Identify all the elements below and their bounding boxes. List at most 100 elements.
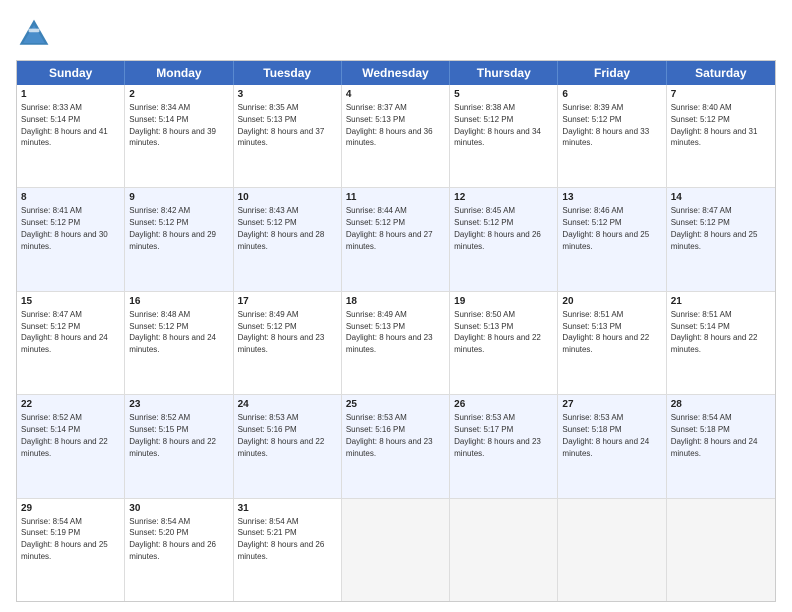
- day-number: 11: [346, 191, 445, 204]
- cell-info: Sunrise: 8:51 AMSunset: 5:13 PMDaylight:…: [562, 310, 649, 354]
- day-header-friday: Friday: [558, 61, 666, 85]
- day-cell-28: 28 Sunrise: 8:54 AMSunset: 5:18 PMDayligh…: [667, 395, 775, 497]
- day-cell-16: 16 Sunrise: 8:48 AMSunset: 5:12 PMDayligh…: [125, 292, 233, 394]
- day-cell-2: 2 Sunrise: 8:34 AMSunset: 5:14 PMDaylight…: [125, 85, 233, 187]
- day-number: 7: [671, 88, 771, 101]
- day-number: 5: [454, 88, 553, 101]
- day-number: 17: [238, 295, 337, 308]
- day-cell-23: 23 Sunrise: 8:52 AMSunset: 5:15 PMDayligh…: [125, 395, 233, 497]
- cell-info: Sunrise: 8:51 AMSunset: 5:14 PMDaylight:…: [671, 310, 758, 354]
- cell-info: Sunrise: 8:40 AMSunset: 5:12 PMDaylight:…: [671, 103, 758, 147]
- day-number: 23: [129, 398, 228, 411]
- day-header-saturday: Saturday: [667, 61, 775, 85]
- day-number: 18: [346, 295, 445, 308]
- empty-cell: [342, 499, 450, 601]
- empty-cell: [667, 499, 775, 601]
- cell-info: Sunrise: 8:38 AMSunset: 5:12 PMDaylight:…: [454, 103, 541, 147]
- day-number: 3: [238, 88, 337, 101]
- day-number: 25: [346, 398, 445, 411]
- day-cell-18: 18 Sunrise: 8:49 AMSunset: 5:13 PMDayligh…: [342, 292, 450, 394]
- cell-info: Sunrise: 8:54 AMSunset: 5:20 PMDaylight:…: [129, 517, 216, 561]
- day-header-sunday: Sunday: [17, 61, 125, 85]
- cell-info: Sunrise: 8:43 AMSunset: 5:12 PMDaylight:…: [238, 206, 325, 250]
- day-number: 16: [129, 295, 228, 308]
- day-cell-25: 25 Sunrise: 8:53 AMSunset: 5:16 PMDayligh…: [342, 395, 450, 497]
- day-number: 9: [129, 191, 228, 204]
- calendar-header: SundayMondayTuesdayWednesdayThursdayFrid…: [17, 61, 775, 85]
- day-cell-29: 29 Sunrise: 8:54 AMSunset: 5:19 PMDayligh…: [17, 499, 125, 601]
- day-cell-27: 27 Sunrise: 8:53 AMSunset: 5:18 PMDayligh…: [558, 395, 666, 497]
- cell-info: Sunrise: 8:39 AMSunset: 5:12 PMDaylight:…: [562, 103, 649, 147]
- cell-info: Sunrise: 8:45 AMSunset: 5:12 PMDaylight:…: [454, 206, 541, 250]
- cell-info: Sunrise: 8:47 AMSunset: 5:12 PMDaylight:…: [21, 310, 108, 354]
- cell-info: Sunrise: 8:53 AMSunset: 5:16 PMDaylight:…: [346, 413, 433, 457]
- day-number: 1: [21, 88, 120, 101]
- day-cell-17: 17 Sunrise: 8:49 AMSunset: 5:12 PMDayligh…: [234, 292, 342, 394]
- calendar-body: 1 Sunrise: 8:33 AMSunset: 5:14 PMDaylight…: [17, 85, 775, 601]
- day-cell-5: 5 Sunrise: 8:38 AMSunset: 5:12 PMDaylight…: [450, 85, 558, 187]
- day-header-tuesday: Tuesday: [234, 61, 342, 85]
- empty-cell: [558, 499, 666, 601]
- day-cell-12: 12 Sunrise: 8:45 AMSunset: 5:12 PMDayligh…: [450, 188, 558, 290]
- cell-info: Sunrise: 8:33 AMSunset: 5:14 PMDaylight:…: [21, 103, 108, 147]
- cell-info: Sunrise: 8:49 AMSunset: 5:13 PMDaylight:…: [346, 310, 433, 354]
- cell-info: Sunrise: 8:41 AMSunset: 5:12 PMDaylight:…: [21, 206, 108, 250]
- calendar-row-3: 15 Sunrise: 8:47 AMSunset: 5:12 PMDayligh…: [17, 292, 775, 395]
- day-cell-21: 21 Sunrise: 8:51 AMSunset: 5:14 PMDayligh…: [667, 292, 775, 394]
- day-number: 31: [238, 502, 337, 515]
- cell-info: Sunrise: 8:46 AMSunset: 5:12 PMDaylight:…: [562, 206, 649, 250]
- day-number: 26: [454, 398, 553, 411]
- day-number: 19: [454, 295, 553, 308]
- cell-info: Sunrise: 8:53 AMSunset: 5:18 PMDaylight:…: [562, 413, 649, 457]
- day-number: 28: [671, 398, 771, 411]
- page: SundayMondayTuesdayWednesdayThursdayFrid…: [0, 0, 792, 612]
- day-cell-4: 4Sunrise: 8:37 AMSunset: 5:13 PMDaylight…: [342, 85, 450, 187]
- day-cell-6: 6 Sunrise: 8:39 AMSunset: 5:12 PMDaylight…: [558, 85, 666, 187]
- day-number: 10: [238, 191, 337, 204]
- logo-icon: [16, 16, 52, 52]
- day-header-wednesday: Wednesday: [342, 61, 450, 85]
- day-number: 12: [454, 191, 553, 204]
- header: [16, 16, 776, 52]
- cell-info: Sunrise: 8:50 AMSunset: 5:13 PMDaylight:…: [454, 310, 541, 354]
- day-cell-13: 13 Sunrise: 8:46 AMSunset: 5:12 PMDayligh…: [558, 188, 666, 290]
- day-number: 30: [129, 502, 228, 515]
- day-cell-9: 9 Sunrise: 8:42 AMSunset: 5:12 PMDaylight…: [125, 188, 233, 290]
- cell-info: Sunrise: 8:54 AMSunset: 5:21 PMDaylight:…: [238, 517, 325, 561]
- day-number: 29: [21, 502, 120, 515]
- cell-info: Sunrise: 8:53 AMSunset: 5:16 PMDaylight:…: [238, 413, 325, 457]
- cell-info: Sunrise: 8:48 AMSunset: 5:12 PMDaylight:…: [129, 310, 216, 354]
- cell-info: Sunrise: 8:42 AMSunset: 5:12 PMDaylight:…: [129, 206, 216, 250]
- day-cell-1: 1 Sunrise: 8:33 AMSunset: 5:14 PMDaylight…: [17, 85, 125, 187]
- day-number: 27: [562, 398, 661, 411]
- day-number: 2: [129, 88, 228, 101]
- cell-info: Sunrise: 8:54 AMSunset: 5:18 PMDaylight:…: [671, 413, 758, 457]
- day-number: 22: [21, 398, 120, 411]
- cell-info: Sunrise: 8:53 AMSunset: 5:17 PMDaylight:…: [454, 413, 541, 457]
- day-number: 21: [671, 295, 771, 308]
- day-header-thursday: Thursday: [450, 61, 558, 85]
- calendar: SundayMondayTuesdayWednesdayThursdayFrid…: [16, 60, 776, 602]
- day-header-monday: Monday: [125, 61, 233, 85]
- calendar-row-4: 22Sunrise: 8:52 AMSunset: 5:14 PMDayligh…: [17, 395, 775, 498]
- day-number: 24: [238, 398, 337, 411]
- day-number: 13: [562, 191, 661, 204]
- cell-info: Sunrise: 8:54 AMSunset: 5:19 PMDaylight:…: [21, 517, 108, 561]
- day-number: 20: [562, 295, 661, 308]
- cell-info: Sunrise: 8:37 AMSunset: 5:13 PMDaylight:…: [346, 103, 433, 147]
- day-number: 6: [562, 88, 661, 101]
- calendar-row-5: 29 Sunrise: 8:54 AMSunset: 5:19 PMDayligh…: [17, 499, 775, 601]
- day-cell-15: 15 Sunrise: 8:47 AMSunset: 5:12 PMDayligh…: [17, 292, 125, 394]
- day-cell-24: 24 Sunrise: 8:53 AMSunset: 5:16 PMDayligh…: [234, 395, 342, 497]
- cell-info: Sunrise: 8:49 AMSunset: 5:12 PMDaylight:…: [238, 310, 325, 354]
- day-cell-19: 19 Sunrise: 8:50 AMSunset: 5:13 PMDayligh…: [450, 292, 558, 394]
- cell-info: Sunrise: 8:35 AMSunset: 5:13 PMDaylight:…: [238, 103, 325, 147]
- cell-info: Sunrise: 8:47 AMSunset: 5:12 PMDaylight:…: [671, 206, 758, 250]
- day-number: 14: [671, 191, 771, 204]
- cell-info: Sunrise: 8:52 AMSunset: 5:15 PMDaylight:…: [129, 413, 216, 457]
- logo: [16, 16, 56, 52]
- day-number: 15: [21, 295, 120, 308]
- cell-info: Sunrise: 8:34 AMSunset: 5:14 PMDaylight:…: [129, 103, 216, 147]
- day-cell-8: 8Sunrise: 8:41 AMSunset: 5:12 PMDaylight…: [17, 188, 125, 290]
- day-cell-10: 10 Sunrise: 8:43 AMSunset: 5:12 PMDayligh…: [234, 188, 342, 290]
